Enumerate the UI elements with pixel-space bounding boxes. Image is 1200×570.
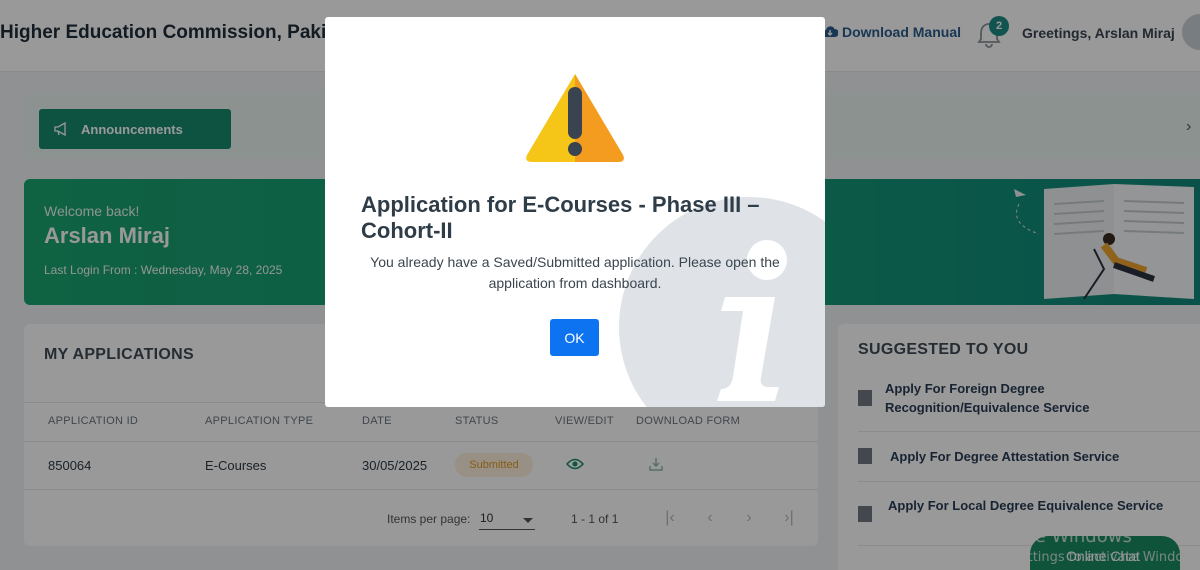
ok-button[interactable]: OK	[550, 319, 599, 356]
warning-triangle-icon	[526, 74, 624, 162]
alert-dialog: Application for E-Courses - Phase III – …	[325, 17, 825, 407]
dialog-title: Application for E-Courses - Phase III – …	[361, 192, 760, 243]
dialog-message: You already have a Saved/Submitted appli…	[370, 254, 780, 291]
